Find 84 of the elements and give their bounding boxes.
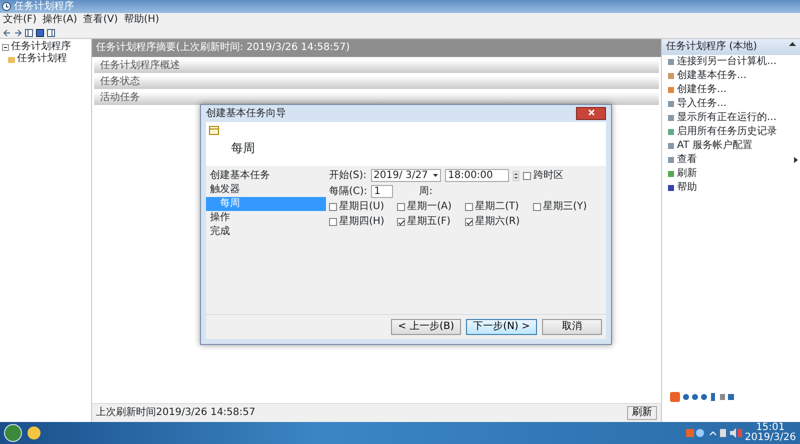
checkbox-label: 星期四(H) bbox=[339, 216, 384, 228]
section-header[interactable]: 活动任务 bbox=[94, 92, 659, 105]
action-item[interactable]: 启用所有任务历史记录 bbox=[662, 125, 800, 139]
action-icon bbox=[668, 101, 674, 107]
day-checkbox[interactable] bbox=[465, 218, 473, 226]
checkbox-label: 星期三(Y) bbox=[543, 201, 587, 213]
menu-item[interactable]: 帮助(H) bbox=[124, 14, 160, 26]
recur-field[interactable]: 1 bbox=[371, 185, 394, 198]
start-button-icon[interactable] bbox=[4, 424, 22, 442]
action-icon bbox=[668, 171, 674, 177]
checkbox-label: 星期五(F) bbox=[407, 216, 451, 228]
collapse-arrow-icon[interactable] bbox=[789, 41, 796, 46]
time-field[interactable]: 18:00:00 bbox=[444, 169, 509, 182]
tree-item[interactable]: 任务计划程序 bbox=[11, 41, 71, 53]
wizard-heading: 每周 bbox=[230, 140, 256, 156]
dialog-title: 创建基本任务向导 bbox=[206, 108, 286, 120]
timezone-checkbox[interactable] bbox=[522, 172, 531, 180]
submenu-arrow-icon bbox=[794, 157, 798, 163]
wizard-button[interactable]: 下一步(N) > bbox=[466, 319, 537, 335]
action-item[interactable]: AT 服务帐户配置 bbox=[662, 139, 800, 153]
panel-icon[interactable] bbox=[47, 28, 55, 36]
tray-icons[interactable] bbox=[686, 428, 742, 438]
tree-item[interactable]: 任务计划程 bbox=[17, 53, 67, 65]
day-checkbox[interactable] bbox=[465, 203, 473, 211]
recur-label: 每隔(C): bbox=[329, 186, 368, 198]
action-item[interactable]: 刷新 bbox=[662, 167, 800, 181]
wizard-button[interactable]: 取消 bbox=[542, 319, 602, 335]
window-title: 任务计划程序 bbox=[14, 0, 74, 12]
action-icon bbox=[668, 157, 674, 163]
action-icon bbox=[668, 59, 674, 65]
day-checkbox[interactable] bbox=[397, 203, 405, 211]
action-item[interactable]: 连接到另一台计算机... bbox=[662, 55, 800, 69]
section-header[interactable]: 任务计划程序概述 bbox=[94, 60, 659, 73]
last-refresh-text: 上次刷新时间2019/3/26 14:58:57 bbox=[96, 407, 256, 419]
dropdown-arrow-icon bbox=[432, 174, 438, 177]
ime-toolbar-icon bbox=[670, 392, 734, 402]
day-checkbox[interactable] bbox=[329, 218, 337, 226]
checkbox-label: 星期二(T) bbox=[475, 201, 519, 213]
wizard-button[interactable]: < 上一步(B) bbox=[390, 319, 462, 335]
action-item[interactable]: 显示所有正在运行的... bbox=[662, 111, 800, 125]
action-icon bbox=[668, 185, 674, 191]
close-button[interactable] bbox=[576, 107, 606, 120]
summary-header: 任务计划程序摘要(上次刷新时间: 2019/3/26 14:58:57) bbox=[92, 39, 661, 57]
day-checkbox[interactable] bbox=[533, 203, 541, 211]
menu-item[interactable]: 文件(F) bbox=[3, 14, 37, 26]
start-label: 开始(S): bbox=[329, 170, 367, 182]
wizard-step[interactable]: 触发器 bbox=[206, 183, 326, 197]
action-icon bbox=[668, 143, 674, 149]
day-checkbox[interactable] bbox=[397, 218, 405, 226]
wizard-step[interactable]: 完成 bbox=[206, 225, 326, 239]
action-item[interactable]: 帮助 bbox=[662, 181, 800, 195]
menu-item[interactable]: 查看(V) bbox=[83, 14, 118, 26]
panel-icon[interactable] bbox=[25, 28, 33, 36]
unit-label: 周: bbox=[419, 186, 433, 198]
checkbox-label: 星期一(A) bbox=[407, 201, 452, 213]
back-arrow-icon[interactable] bbox=[3, 28, 11, 36]
checkbox-label: 跨时区 bbox=[533, 170, 564, 182]
clock-icon bbox=[2, 2, 11, 11]
date-picker[interactable]: 2019/ 3/27 bbox=[370, 169, 441, 182]
section-header[interactable]: 任务状态 bbox=[94, 76, 659, 89]
checkbox-label: 星期日(U) bbox=[339, 201, 384, 213]
clock-time[interactable]: 15:01 bbox=[756, 423, 785, 433]
action-icon bbox=[668, 115, 674, 121]
action-item[interactable]: 导入任务... bbox=[662, 97, 800, 111]
action-item[interactable]: 创建任务... bbox=[662, 83, 800, 97]
actions-header: 任务计划程序 (本地) bbox=[666, 41, 757, 53]
action-icon bbox=[668, 73, 674, 79]
wizard-step[interactable]: 创建基本任务 bbox=[206, 169, 326, 183]
calendar-icon bbox=[209, 126, 219, 135]
action-item[interactable]: 创建基本任务... bbox=[662, 69, 800, 83]
clock-date[interactable]: 2019/3/26 bbox=[744, 433, 796, 443]
wizard-step[interactable]: 操作 bbox=[206, 211, 326, 225]
action-icon bbox=[668, 129, 674, 135]
collapse-icon[interactable] bbox=[2, 44, 9, 50]
close-icon bbox=[588, 109, 594, 116]
spinner-icon[interactable] bbox=[512, 170, 519, 180]
folder-icon bbox=[8, 56, 15, 62]
day-checkbox[interactable] bbox=[329, 203, 337, 211]
forward-arrow-icon[interactable] bbox=[14, 28, 22, 36]
refresh-button[interactable]: 刷新 bbox=[627, 406, 657, 420]
checkbox-label: 星期六(R) bbox=[475, 216, 520, 228]
menu-item[interactable]: 操作(A) bbox=[42, 14, 78, 26]
action-icon bbox=[668, 87, 674, 93]
action-item[interactable]: 查看 bbox=[662, 153, 800, 167]
